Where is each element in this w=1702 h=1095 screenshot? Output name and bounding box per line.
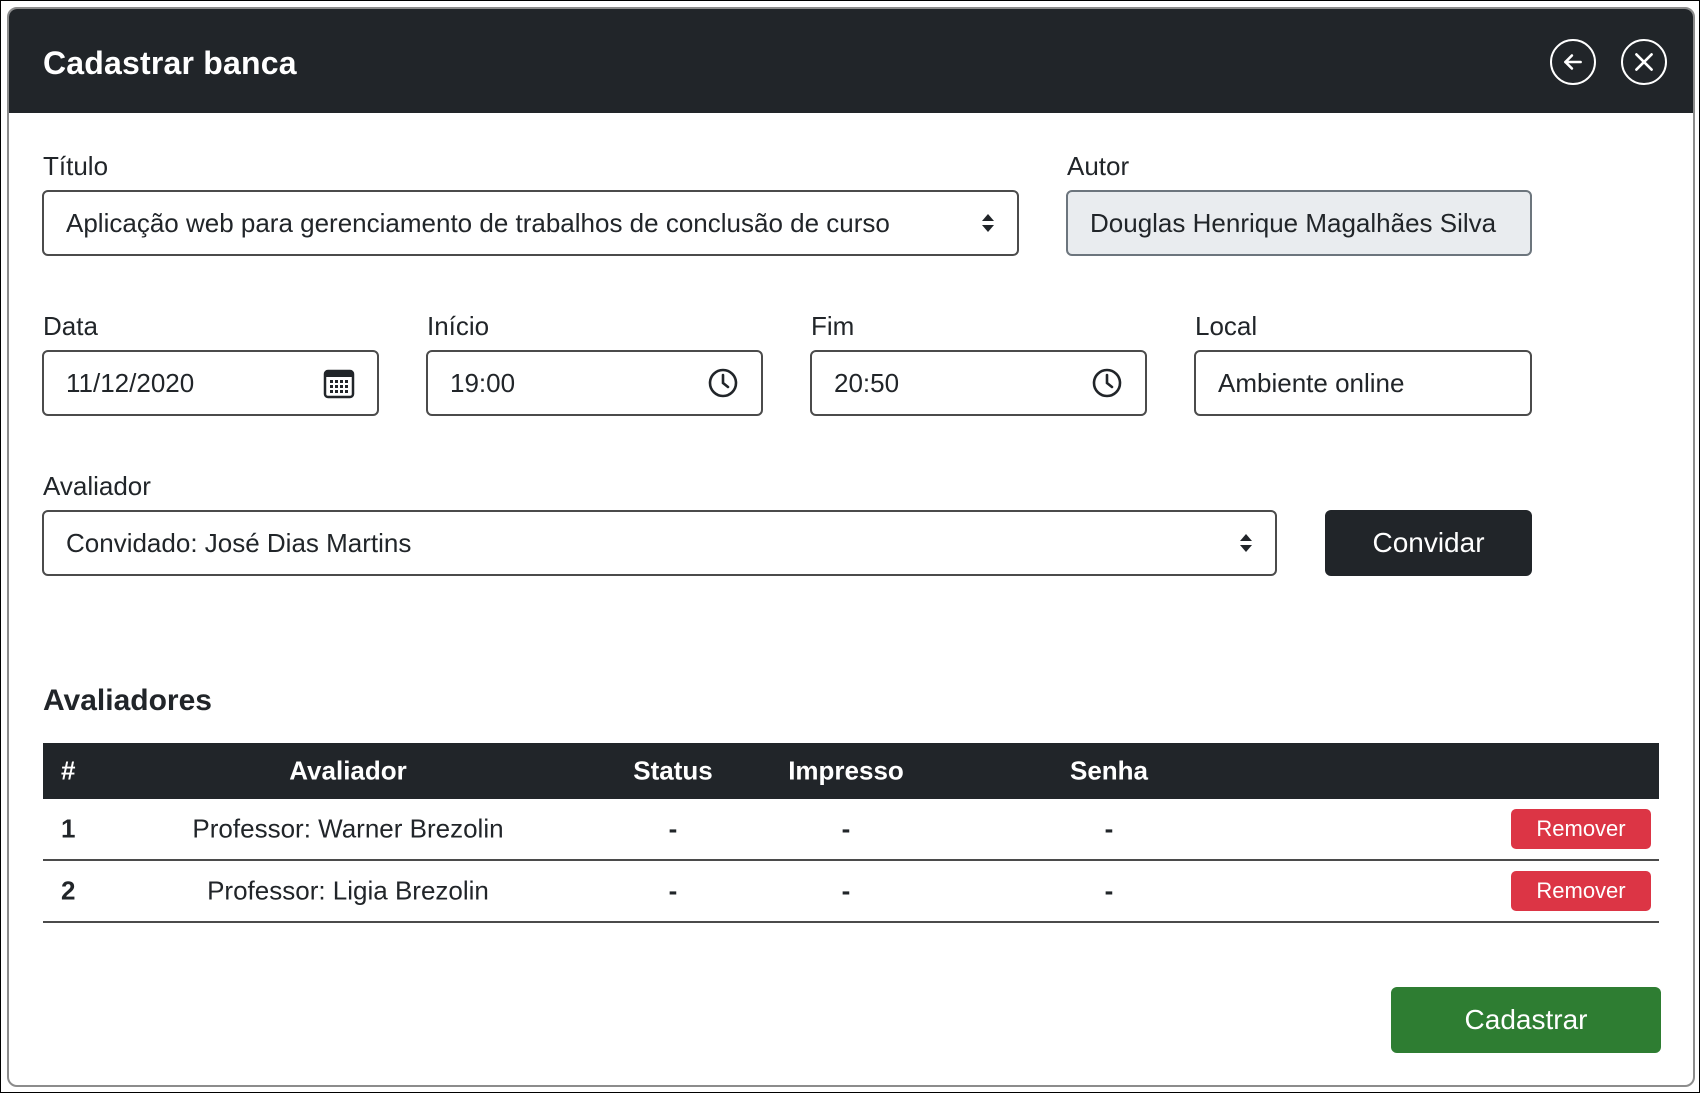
col-status: Status [633,755,713,786]
avaliadores-table: # Avaliador Status Impresso Senha 1 Prof… [43,743,1659,923]
col-senha: Senha [1069,755,1149,786]
row-impresso: - [841,875,851,906]
row-avaliador: Professor: Ligia Brezolin [207,875,489,906]
col-num: # [61,755,76,786]
table-row: 1 Professor: Warner Brezolin - - - Remov… [43,799,1659,861]
fim-field[interactable]: 20:50 [810,350,1147,416]
autor-label: Autor [1067,151,1130,181]
clock-icon[interactable] [707,367,739,399]
row-num: 1 [61,813,76,844]
data-value: 11/12/2020 [66,367,195,398]
inicio-label: Início [427,311,490,341]
local-label: Local [1195,311,1258,341]
row-impresso: - [841,813,851,844]
row-status: - [668,813,678,844]
data-label: Data [43,311,98,341]
fim-value: 20:50 [834,367,900,398]
cadastrar-button[interactable]: Cadastrar [1391,987,1661,1053]
titulo-value: Aplicação web para gerenciamento de trab… [66,207,890,238]
row-senha: - [1104,813,1114,844]
row-senha: - [1104,875,1114,906]
data-field[interactable]: 11/12/2020 [42,350,379,416]
fim-label: Fim [811,311,855,341]
select-arrows-icon [1239,533,1253,553]
titulo-select[interactable]: Aplicação web para gerenciamento de trab… [42,190,1019,256]
avaliador-value: Convidado: José Dias Martins [66,527,412,558]
autor-field: Douglas Henrique Magalhães Silva [1066,190,1532,256]
close-button[interactable] [1621,39,1667,85]
remove-button[interactable]: Remover [1511,809,1651,849]
autor-value: Douglas Henrique Magalhães Silva [1090,207,1497,238]
row-avaliador: Professor: Warner Brezolin [192,813,504,844]
register-board-modal: Cadastrar banca Título Aplicação web par… [7,7,1695,1087]
calendar-icon[interactable] [323,367,355,399]
modal-header: Cadastrar banca [9,9,1693,113]
close-icon [1635,53,1653,71]
back-button[interactable] [1550,39,1596,85]
inicio-value: 19:00 [450,367,516,398]
inicio-field[interactable]: 19:00 [426,350,763,416]
local-value: Ambiente online [1218,367,1405,398]
avaliador-label: Avaliador [43,471,151,501]
table-row: 2 Professor: Ligia Brezolin - - - Remove… [43,861,1659,923]
clock-icon[interactable] [1091,367,1123,399]
table-header: # Avaliador Status Impresso Senha [43,743,1659,799]
col-avaliador: Avaliador [289,755,407,786]
modal-title: Cadastrar banca [43,45,297,81]
col-impresso: Impresso [788,755,904,786]
remove-button[interactable]: Remover [1511,871,1651,911]
titulo-label: Título [43,151,109,181]
arrow-left-icon [1564,54,1582,70]
select-arrows-icon [981,213,995,233]
avaliador-select[interactable]: Convidado: José Dias Martins [42,510,1277,576]
avaliadores-title: Avaliadores [43,684,212,717]
row-status: - [668,875,678,906]
local-field[interactable]: Ambiente online [1194,350,1532,416]
row-num: 2 [61,875,76,906]
convidar-button[interactable]: Convidar [1325,510,1532,576]
